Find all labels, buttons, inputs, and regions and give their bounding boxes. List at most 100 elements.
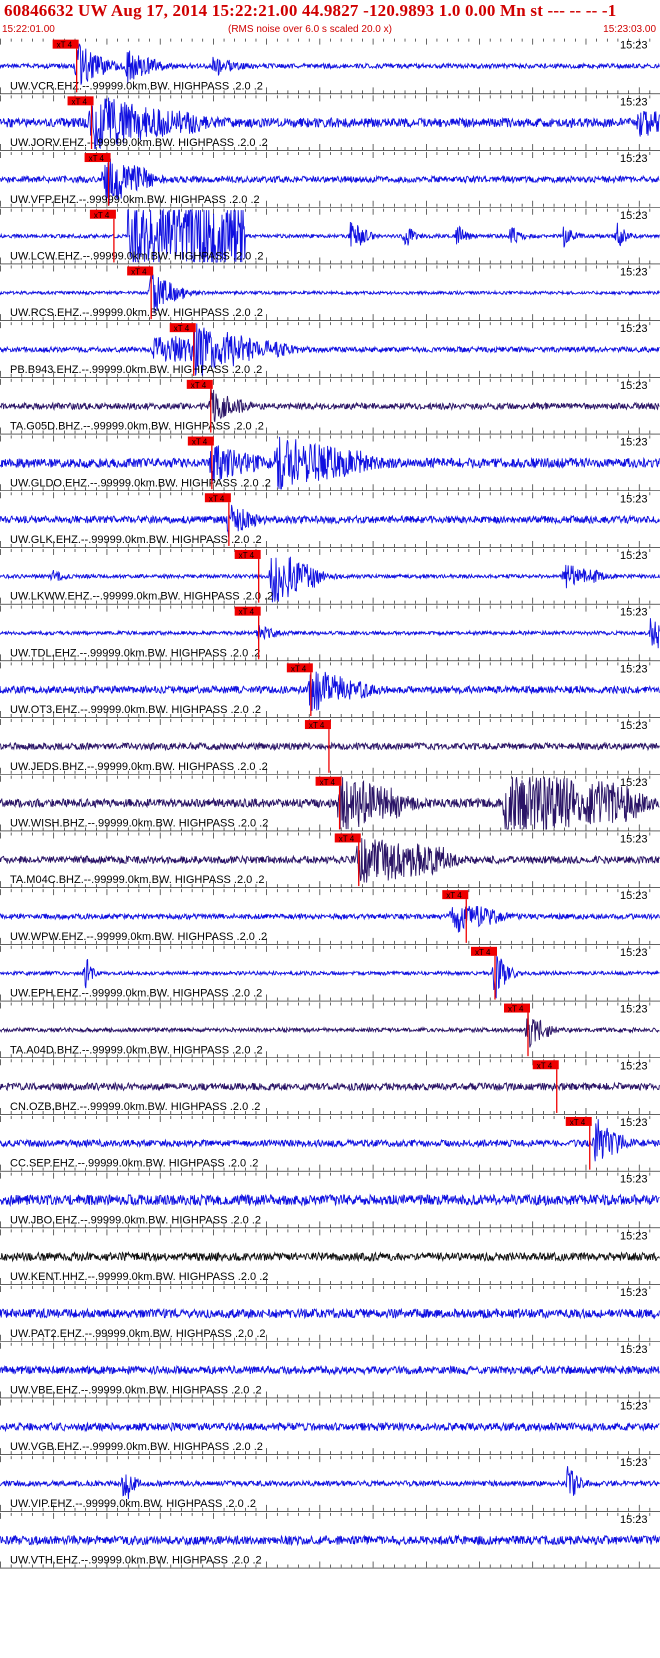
waveform <box>0 1081 660 1092</box>
station-label: UW.GLDO.EHZ.--.99999.0km.BW. HIGHPASS .2… <box>10 477 271 489</box>
tick-time-label: 15:23 <box>620 96 648 108</box>
station-label: CC.SEP.EHZ.--.99999.0km.BW. HIGHPASS .2.… <box>10 1158 258 1170</box>
station-label: TA.M04C.BHZ.--.99999.0km.BW. HIGHPASS .2… <box>10 874 265 886</box>
trace-row: CC.SEP.EHZ.--.99999.0km.BW. HIGHPASS .2.… <box>0 1115 660 1172</box>
header: 60846632 UW Aug 17, 2014 15:22:21.00 44.… <box>0 0 660 38</box>
tick-time-label: 15:23 <box>620 493 648 505</box>
trace-row: UW.JEDS.BHZ.--.99999.0km.BW. HIGHPASS .2… <box>0 719 660 775</box>
waveform <box>0 504 660 538</box>
waveform <box>0 1466 660 1500</box>
tick-time-label: 15:23 <box>620 947 648 959</box>
station-label: UW.VIP.EHZ.--.99999.0km.BW. HIGHPASS .2.… <box>10 1498 256 1510</box>
pick-label: xT 4 <box>291 664 307 673</box>
tick-time-label: 15:23 <box>620 607 648 619</box>
seismogram-plot: UW.VCR.EHZ.--.99999.0km.BW. HIGHPASS .2.… <box>0 38 660 1569</box>
tick-time-label: 15:23 <box>620 266 648 278</box>
pick-label: xT 4 <box>475 948 491 957</box>
rms-noise-subtitle: (RMS noise over 6.0 s scaled 20.0 x) <box>228 24 392 35</box>
tick-time-label: 15:23 <box>620 550 648 562</box>
waveform <box>0 388 660 423</box>
waveform <box>0 1009 660 1048</box>
waveform <box>0 741 660 752</box>
station-label: UW.TDL.EHZ.--.99999.0km.BW. HIGHPASS .2.… <box>10 647 260 659</box>
pick-label: xT 4 <box>89 154 105 163</box>
pick-label: xT 4 <box>131 267 147 276</box>
tick-time-label: 15:23 <box>620 1457 648 1469</box>
trace-row: UW.VBE.EHZ.--.99999.0km.BW. HIGHPASS .2.… <box>0 1342 660 1399</box>
pick-label: xT 4 <box>72 97 88 106</box>
tick-time-label: 15:23 <box>620 40 648 52</box>
waveform <box>0 1421 660 1433</box>
tick-time-label: 15:23 <box>620 210 648 222</box>
station-label: UW.GLK.EHZ.--.99999.0km.BW. HIGHPASS .2.… <box>10 534 262 546</box>
pick-label: xT 4 <box>239 551 255 560</box>
station-label: UW.WPW.EHZ.--.99999.0km.BW. HIGHPASS .2.… <box>10 931 267 943</box>
tick-time-label: 15:23 <box>620 1004 648 1016</box>
trace-row: CN.OZB.BHZ.--.99999.0km.BW. HIGHPASS .2.… <box>0 1059 660 1115</box>
station-label: UW.VTH.EHZ.--.99999.0km.BW. HIGHPASS .2.… <box>10 1555 262 1567</box>
tick-time-label: 15:23 <box>620 1060 648 1072</box>
station-label: UW.JEDS.BHZ.--.99999.0km.BW. HIGHPASS .2… <box>10 761 268 773</box>
start-time-label: 15:22:01.00 <box>2 24 55 35</box>
station-label: UW.JBO.EHZ.--.99999.0km.BW. HIGHPASS .2.… <box>10 1214 261 1226</box>
tick-time-label: 15:23 <box>620 1400 648 1412</box>
tick-time-label: 15:23 <box>620 663 648 675</box>
pick-label: xT 4 <box>57 41 73 50</box>
pick-label: xT 4 <box>239 608 255 617</box>
station-label: PB.B943.EHZ.--.99999.0km.BW. HIGHPASS .2… <box>10 364 262 376</box>
station-label: UW.LCW.EHZ.--.99999.0km.BW. HIGHPASS .2.… <box>10 250 263 262</box>
station-label: UW.VFP.EHZ.--.99999.0km.BW. HIGHPASS .2.… <box>10 194 260 206</box>
station-label: UW.JORV.EHZ.--.99999.0km.BW. HIGHPASS .2… <box>10 137 268 149</box>
pick-label: xT 4 <box>174 324 190 333</box>
waveform <box>0 618 660 649</box>
station-label: UW.VGB.EHZ.--.99999.0km.BW. HIGHPASS .2.… <box>10 1441 263 1453</box>
waveform <box>0 1534 660 1547</box>
pick-label: xT 4 <box>309 721 325 730</box>
station-label: UW.LKWW.EHZ.--.99999.0km.BW. HIGHPASS .2… <box>10 591 273 603</box>
tick-time-label: 15:23 <box>620 153 648 165</box>
tick-time-label: 15:23 <box>620 833 648 845</box>
pick-label: xT 4 <box>94 211 110 220</box>
trace-row: UW.LCW.EHZ.--.99999.0km.BW. HIGHPASS .2.… <box>0 208 660 265</box>
station-label: UW.EPH.EHZ.--.99999.0km.BW. HIGHPASS .2.… <box>10 988 262 1000</box>
waveform <box>0 43 660 85</box>
trace-row: UW.JBO.EHZ.--.99999.0km.BW. HIGHPASS .2.… <box>0 1172 660 1229</box>
station-label: UW.RCS.EHZ.--.99999.0km.BW. HIGHPASS .2.… <box>10 307 263 319</box>
trace-row: UW.KENT.HHZ.--.99999.0km.BW. HIGHPASS .2… <box>0 1229 660 1285</box>
station-label: UW.OT3.EHZ.--.99999.0km.BW. HIGHPASS .2.… <box>10 704 261 716</box>
trace-row: UW.VTH.EHZ.--.99999.0km.BW. HIGHPASS .2.… <box>0 1512 660 1569</box>
trace-row: UW.LKWW.EHZ.--.99999.0km.BW. HIGHPASS .2… <box>0 548 660 605</box>
trace-row: TA.M04C.BHZ.--.99999.0km.BW. HIGHPASS .2… <box>0 832 660 888</box>
pick-label: xT 4 <box>537 1061 553 1070</box>
tick-time-label: 15:23 <box>620 777 648 789</box>
trace-row: UW.GLK.EHZ.--.99999.0km.BW. HIGHPASS .2.… <box>0 492 660 548</box>
waveform <box>0 1364 660 1376</box>
trace-row: TA.A04D.BHZ.--.99999.0km.BW. HIGHPASS .2… <box>0 1002 660 1059</box>
tick-time-label: 15:23 <box>620 1174 648 1186</box>
trace-row: PB.B943.EHZ.--.99999.0km.BW. HIGHPASS .2… <box>0 322 660 378</box>
pick-label: xT 4 <box>191 381 207 390</box>
waveform <box>0 1307 660 1320</box>
trace-row: UW.GLDO.EHZ.--.99999.0km.BW. HIGHPASS .2… <box>0 435 660 492</box>
tick-time-label: 15:23 <box>620 1230 648 1242</box>
pick-label: xT 4 <box>339 834 355 843</box>
pick-label: xT 4 <box>570 1118 586 1127</box>
tick-time-label: 15:23 <box>620 323 648 335</box>
tick-time-label: 15:23 <box>620 1344 648 1356</box>
page-title: 60846632 UW Aug 17, 2014 15:22:21.00 44.… <box>4 1 617 20</box>
pick-label: xT 4 <box>192 438 208 447</box>
pick-label: xT 4 <box>446 891 462 900</box>
tick-time-label: 15:23 <box>620 890 648 902</box>
pick-label: xT 4 <box>209 494 225 503</box>
waveform <box>0 1250 660 1263</box>
tick-time-label: 15:23 <box>620 720 648 732</box>
tick-time-label: 15:23 <box>620 437 648 449</box>
station-label: CN.OZB.BHZ.--.99999.0km.BW. HIGHPASS .2.… <box>10 1101 260 1113</box>
station-label: TA.A04D.BHZ.--.99999.0km.BW. HIGHPASS .2… <box>10 1044 263 1056</box>
trace-row: UW.VGB.EHZ.--.99999.0km.BW. HIGHPASS .2.… <box>0 1399 660 1455</box>
pick-label: xT 4 <box>508 1005 524 1014</box>
trace-row: UW.OT3.EHZ.--.99999.0km.BW. HIGHPASS .2.… <box>0 662 660 718</box>
waveform <box>0 1193 660 1207</box>
tick-time-label: 15:23 <box>620 1117 648 1129</box>
trace-row: UW.PAT2.EHZ.--.99999.0km.BW. HIGHPASS .2… <box>0 1286 660 1342</box>
